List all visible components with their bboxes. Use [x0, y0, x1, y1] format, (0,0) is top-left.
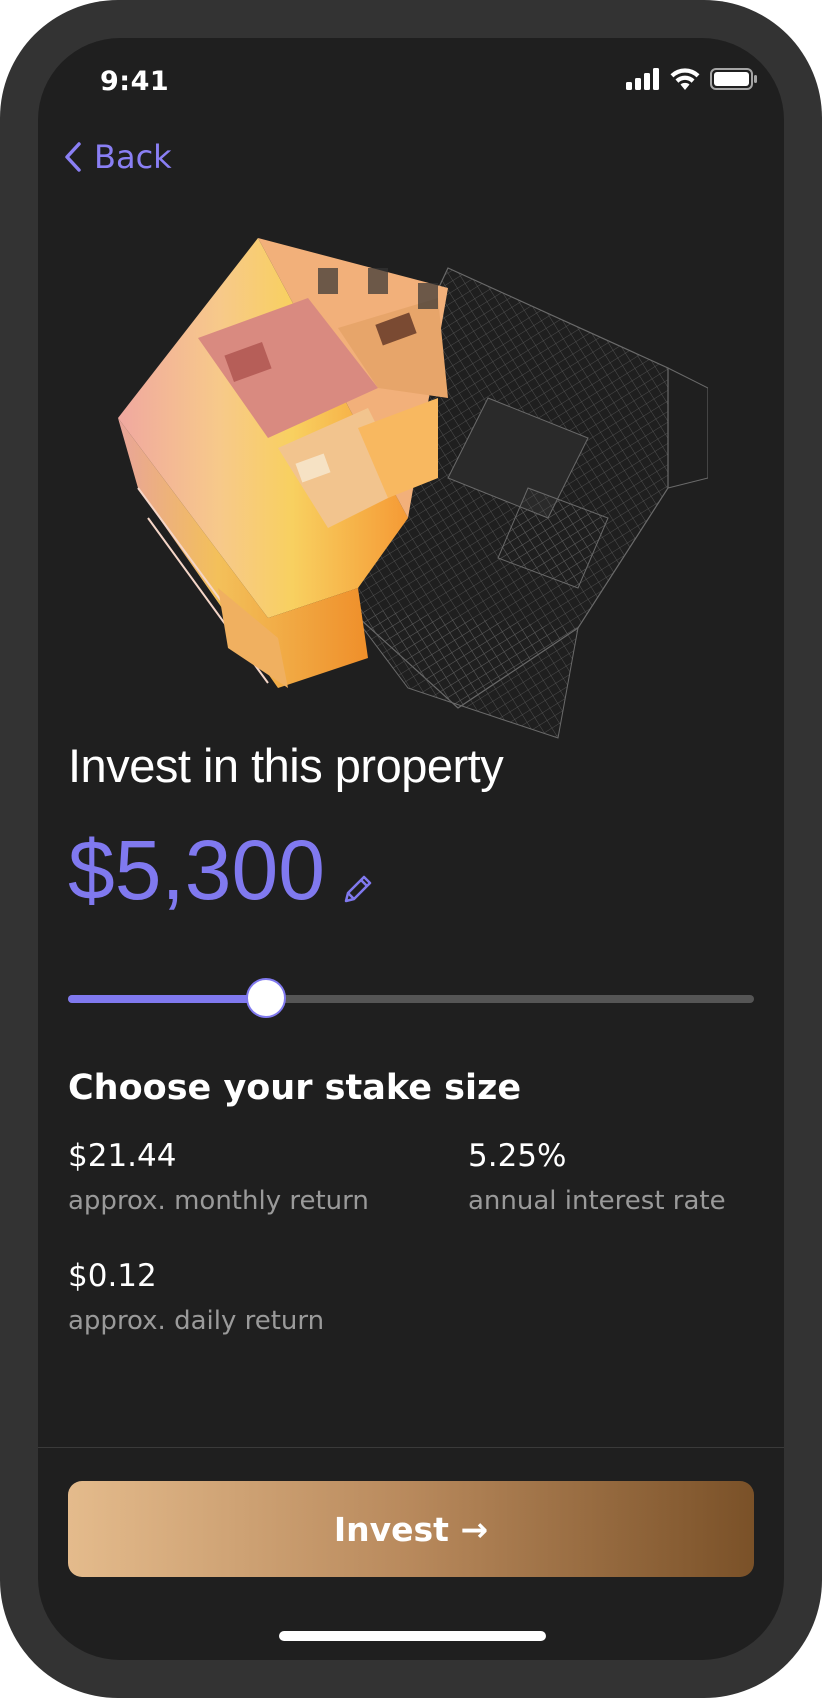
wifi-icon — [670, 68, 700, 90]
investment-amount: $5,300 — [68, 823, 325, 917]
back-label: Back — [94, 138, 172, 176]
stake-size-heading: Choose your stake size — [68, 1068, 522, 1108]
monthly-return-stat: $21.44 approx. monthly return — [68, 1138, 369, 1216]
cellular-signal-icon — [626, 68, 659, 90]
app-screen: 9:41 Back Invest in this property $5,300… — [38, 38, 784, 1660]
monthly-return-value: $21.44 — [68, 1138, 177, 1174]
phone-frame: 9:41 Back Invest in this property $5,300… — [0, 0, 822, 1698]
interest-rate-value: 5.25% — [468, 1138, 567, 1174]
daily-return-stat: $0.12 approx. daily return — [68, 1258, 324, 1336]
daily-return-label: approx. daily return — [68, 1306, 325, 1336]
interest-rate-stat: 5.25% annual interest rate — [468, 1138, 726, 1216]
battery-icon — [710, 68, 757, 90]
divider — [38, 1447, 784, 1448]
home-indicator[interactable] — [279, 1631, 546, 1641]
daily-return-value: $0.12 — [68, 1258, 157, 1294]
stake-slider[interactable] — [68, 978, 754, 1020]
back-button[interactable]: Back — [64, 138, 172, 176]
slider-fill — [68, 995, 267, 1003]
chevron-left-icon — [65, 142, 81, 172]
amount-row: $5,300 — [68, 828, 375, 912]
pencil-icon[interactable] — [341, 872, 375, 906]
page-title: Invest in this property — [68, 739, 504, 792]
slider-thumb[interactable] — [245, 978, 286, 1018]
status-icons — [626, 68, 758, 90]
invest-button[interactable]: Invest → — [68, 1481, 754, 1577]
invest-button-label: Invest → — [333, 1509, 489, 1549]
interest-rate-label: annual interest rate — [468, 1186, 726, 1216]
house-illustration — [118, 238, 708, 739]
monthly-return-label: approx. monthly return — [68, 1186, 369, 1216]
status-time: 9:41 — [100, 66, 170, 97]
